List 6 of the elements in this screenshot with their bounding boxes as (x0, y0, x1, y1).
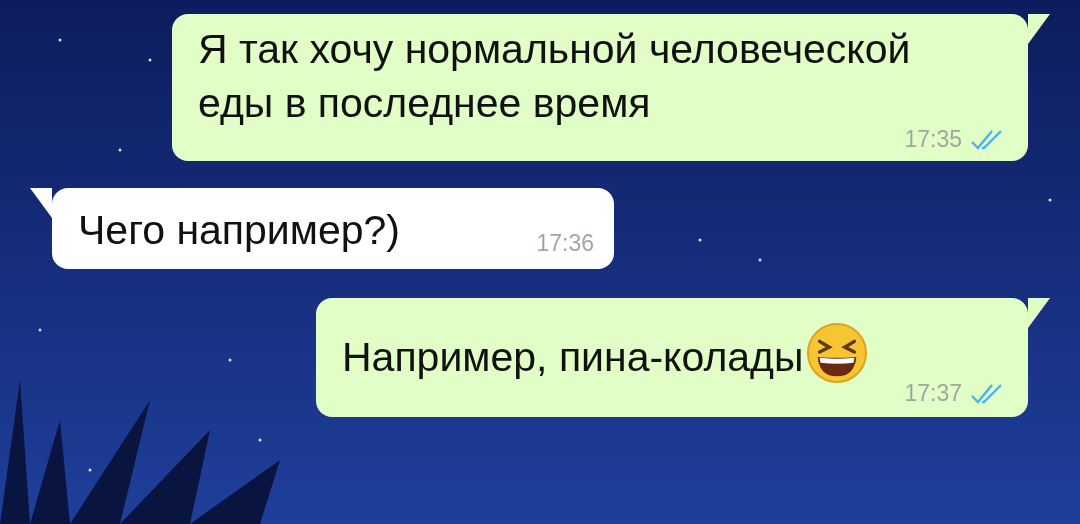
message-time: 17:37 (904, 380, 962, 407)
message-time: 17:36 (536, 230, 594, 257)
message-text: Чего например?) (78, 206, 400, 255)
message-text: Например, пина-колады (342, 333, 804, 382)
message-time: 17:35 (904, 126, 962, 153)
message-text: Я так хочу нормальной человеческой еды в последнее время (198, 25, 912, 128)
